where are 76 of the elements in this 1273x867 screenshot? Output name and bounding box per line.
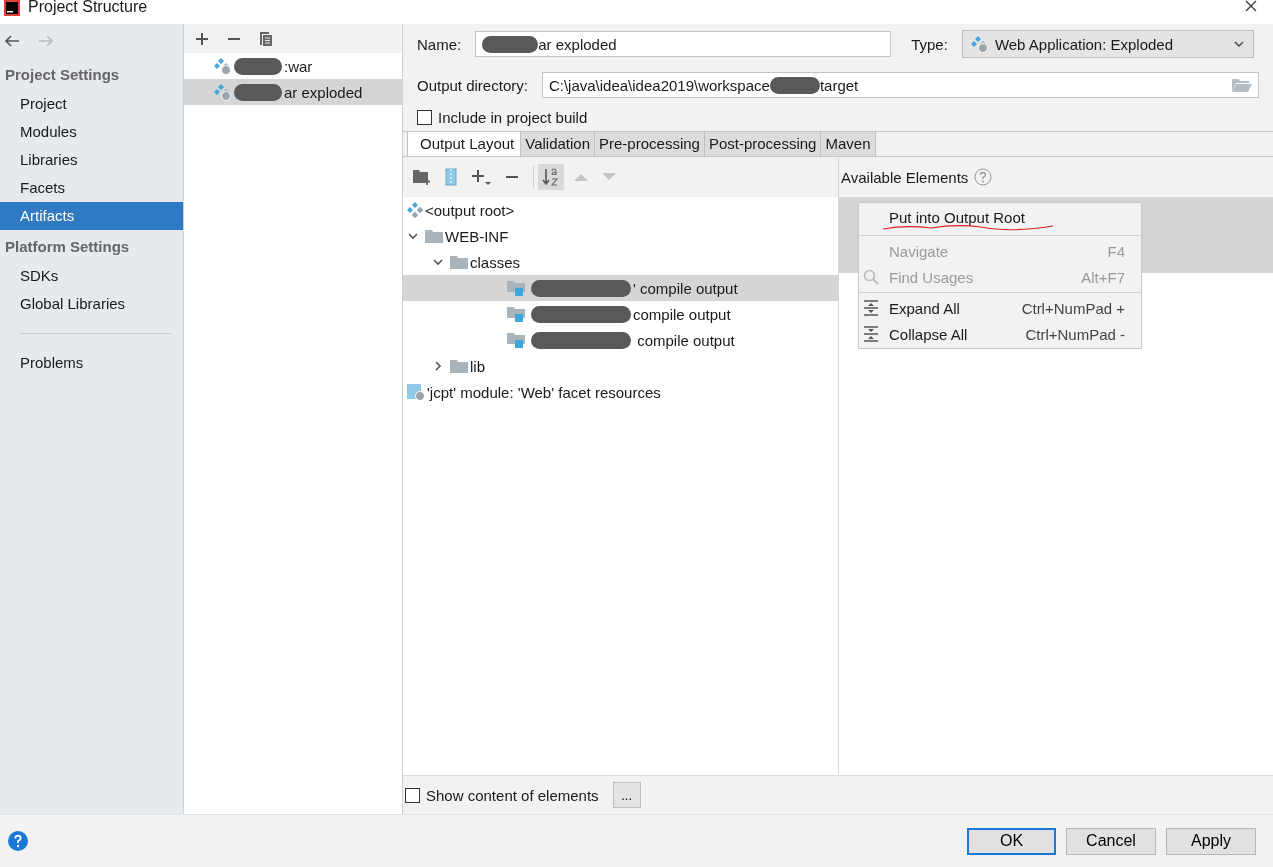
name-field[interactable]: ar exploded bbox=[475, 31, 892, 57]
tree-row[interactable]: compile output bbox=[403, 301, 838, 327]
tree-item-label: compile output bbox=[633, 305, 731, 323]
tree-item-label: classes bbox=[470, 253, 521, 271]
tree-item-label: compile output bbox=[636, 331, 735, 349]
menu-item[interactable]: Put into Output Root bbox=[859, 204, 1141, 230]
new-folder-icon[interactable] bbox=[413, 169, 431, 185]
folder-icon bbox=[450, 255, 468, 269]
tree-row[interactable]: 'jcpt' module: 'Web' facet resources bbox=[403, 379, 838, 405]
web-app-icon bbox=[970, 35, 989, 53]
tree-row[interactable]: classes bbox=[403, 249, 838, 275]
sidebar-item[interactable]: Global Libraries bbox=[0, 290, 183, 318]
dialog-button[interactable]: OK bbox=[967, 827, 1056, 855]
collapse-all-icon bbox=[863, 326, 879, 342]
web-app-icon bbox=[214, 83, 232, 101]
sidebar-item[interactable]: Problems bbox=[0, 349, 183, 377]
back-arrow-icon[interactable] bbox=[4, 35, 20, 47]
tree-item-label: lib bbox=[470, 357, 485, 375]
more-button[interactable]: ... bbox=[612, 782, 641, 808]
diamond-cluster-icon bbox=[407, 202, 423, 218]
type-dropdown[interactable]: Web Application: Exploded bbox=[961, 30, 1254, 58]
help-icon[interactable] bbox=[8, 831, 28, 851]
tree-row[interactable]: compile output bbox=[403, 327, 838, 353]
dialog-button[interactable]: Apply bbox=[1166, 827, 1256, 855]
artifact-item[interactable]: ar exploded bbox=[184, 79, 402, 105]
add-dropdown-icon[interactable] bbox=[471, 168, 491, 186]
output-directory-label: Output directory: bbox=[417, 76, 528, 94]
section-heading: Project Settings bbox=[4, 65, 121, 85]
sidebar-item[interactable]: Project bbox=[0, 90, 183, 118]
sidebar-item[interactable]: Facets bbox=[0, 174, 183, 202]
output-directory-field[interactable]: C:\java\idea\idea2019\workspace target bbox=[541, 72, 1259, 98]
window-title: Project Structure bbox=[28, 0, 148, 16]
menu-item[interactable]: Expand All Ctrl+NumPad + bbox=[859, 295, 1141, 321]
plus-icon[interactable] bbox=[195, 31, 209, 46]
sidebar-item[interactable]: SDKs bbox=[0, 262, 183, 290]
tree-row[interactable]: <output root> bbox=[403, 197, 838, 223]
folder-icon bbox=[450, 359, 468, 373]
type-label: Type: bbox=[911, 35, 948, 53]
folder-icon bbox=[425, 229, 443, 243]
redaction-mark bbox=[769, 76, 820, 94]
section-heading: Platform Settings bbox=[4, 237, 131, 257]
search-icon bbox=[863, 269, 879, 285]
chevron-down-icon[interactable] bbox=[407, 230, 419, 242]
web-resource-icon bbox=[407, 383, 425, 401]
include-build-checkbox[interactable]: Include in project build bbox=[403, 103, 1273, 131]
menu-item[interactable]: Collapse All Ctrl+NumPad - bbox=[859, 321, 1141, 347]
tab[interactable]: Maven bbox=[821, 132, 876, 156]
tree-item-label: 'jcpt' module: 'Web' facet resources bbox=[427, 383, 661, 401]
sidebar-item[interactable]: Libraries bbox=[0, 146, 183, 174]
tab[interactable]: Pre-processing bbox=[595, 132, 705, 156]
tab[interactable]: Validation bbox=[521, 132, 595, 156]
tab[interactable]: Post-processing bbox=[704, 132, 822, 156]
copy-icon[interactable] bbox=[259, 30, 273, 47]
tree-item-label: <output root> bbox=[425, 201, 515, 219]
dialog-button[interactable]: Cancel bbox=[1066, 827, 1156, 855]
tree-item-label: ' compile output bbox=[633, 279, 738, 297]
folder-module-icon bbox=[507, 280, 525, 296]
sidebar-item[interactable]: Modules bbox=[0, 118, 183, 146]
sidebar-item[interactable]: Artifacts bbox=[0, 202, 183, 230]
chevron-down-icon[interactable] bbox=[432, 256, 444, 268]
folder-module-icon bbox=[507, 306, 525, 322]
tree-row[interactable]: WEB-INF bbox=[403, 223, 838, 249]
artifact-item[interactable]: :war bbox=[184, 53, 402, 79]
show-content-checkbox[interactable]: Show content of elements bbox=[405, 786, 599, 804]
tree-row[interactable]: lib bbox=[403, 353, 838, 379]
tree-item-label: WEB-INF bbox=[445, 227, 509, 245]
chevron-right-icon[interactable] bbox=[432, 360, 444, 372]
web-app-icon bbox=[214, 57, 232, 75]
tab[interactable]: Output Layout bbox=[407, 132, 522, 156]
folder-module-icon bbox=[507, 332, 525, 348]
name-label: Name: bbox=[417, 35, 462, 53]
close-icon[interactable] bbox=[1245, 0, 1257, 12]
available-elements-label: Available Elements bbox=[841, 168, 969, 186]
tree-row[interactable]: ' compile output bbox=[403, 275, 838, 301]
expand-all-icon bbox=[863, 300, 879, 316]
sort-icon[interactable] bbox=[538, 164, 564, 190]
